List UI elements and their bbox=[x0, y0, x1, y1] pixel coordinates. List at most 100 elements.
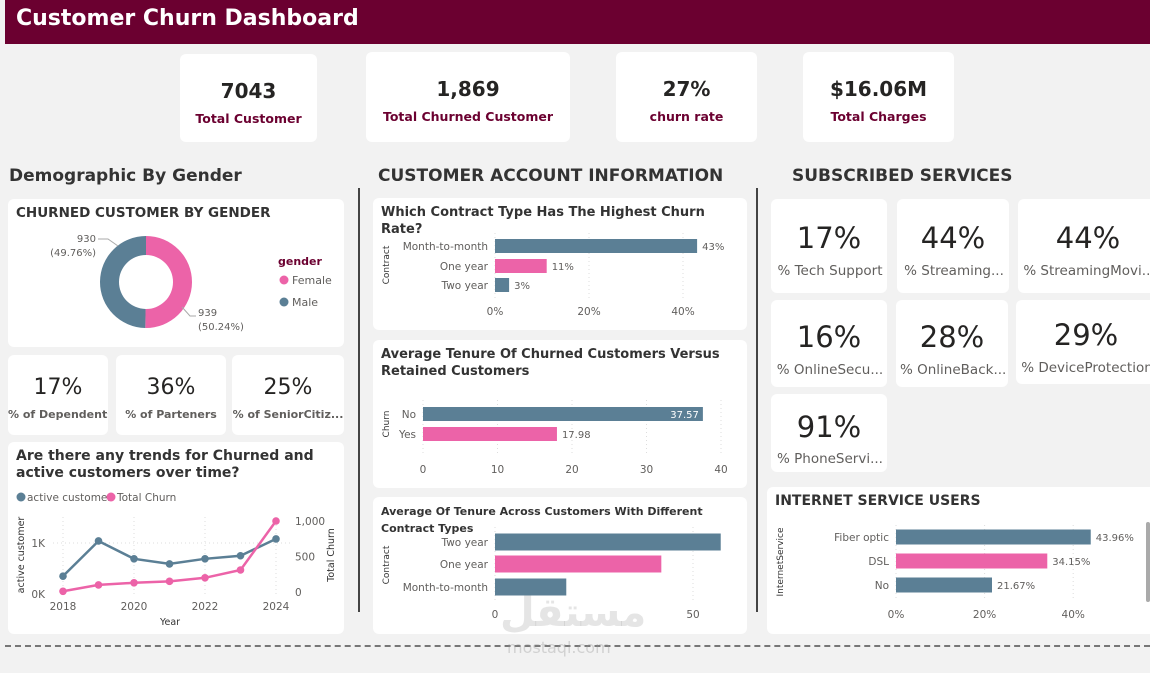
kpi-value: 7043 bbox=[220, 79, 277, 103]
data-point bbox=[59, 572, 67, 580]
service-label: % Streaming... bbox=[904, 263, 1004, 279]
bar bbox=[495, 259, 547, 273]
header-bar: Customer Churn Dashboard bbox=[5, 0, 1150, 44]
data-point bbox=[236, 566, 245, 574]
category-label: Month-to-month bbox=[403, 241, 488, 253]
legend-label: Female bbox=[292, 274, 332, 287]
data-point bbox=[165, 560, 174, 568]
leader-line bbox=[98, 238, 119, 247]
x-tick-label: 0 bbox=[420, 464, 427, 476]
legend-label: Total Churn bbox=[116, 492, 176, 504]
x-axis-title: Year bbox=[159, 617, 180, 628]
kpi-label: Total Charges bbox=[830, 109, 927, 124]
y-axis-title: Churn bbox=[382, 411, 392, 438]
service-value: 44% bbox=[1055, 221, 1121, 255]
data-point bbox=[236, 551, 245, 560]
data-label: (50.24%) bbox=[198, 322, 244, 333]
y2-tick-label: 1,000 bbox=[295, 516, 325, 528]
internet-service-chart: 0% 20% 40% InternetService Fiber optic 43.96%… bbox=[776, 525, 1134, 621]
watermark-logo: مستقل bbox=[500, 590, 647, 636]
data-point bbox=[165, 577, 174, 586]
y-axis-title: InternetService bbox=[776, 527, 786, 596]
bar bbox=[423, 407, 703, 421]
data-point bbox=[272, 535, 280, 543]
data-point bbox=[201, 555, 209, 563]
x-tick-label: 40 bbox=[714, 464, 727, 476]
data-label: 3% bbox=[514, 281, 530, 292]
legend-title: gender bbox=[278, 255, 323, 268]
category-label: Yes bbox=[398, 429, 416, 441]
legend-marker bbox=[279, 275, 289, 285]
bar bbox=[495, 278, 510, 292]
trend-line-card: Are there any trends for Churned and act… bbox=[8, 442, 344, 634]
data-label: 17.98 bbox=[562, 430, 591, 441]
service-phone-service: 91% % PhoneServi... bbox=[771, 394, 887, 472]
data-point bbox=[59, 587, 67, 596]
kpi-dependents: 17% % of Dependents bbox=[8, 355, 108, 435]
data-point bbox=[272, 517, 280, 525]
category-label: No bbox=[875, 580, 889, 592]
contract-churn-card: Which Contract Type Has The Highest Chur… bbox=[373, 198, 747, 330]
data-label: 43.96% bbox=[1096, 533, 1134, 544]
x-tick-label: 30 bbox=[640, 464, 653, 476]
divider bbox=[756, 188, 758, 612]
service-label: % Tech Support bbox=[777, 263, 883, 279]
bar bbox=[896, 553, 1048, 569]
service-label: % OnlineSecu... bbox=[776, 362, 884, 378]
x-tick-label: 40% bbox=[1062, 609, 1085, 621]
x-tick-label: 2024 bbox=[263, 601, 290, 613]
donut-slice-female bbox=[145, 236, 192, 328]
kpi-value: 36% bbox=[146, 375, 196, 400]
kpi-value: 1,869 bbox=[436, 77, 500, 101]
legend-label: active customer bbox=[27, 492, 112, 504]
x-tick-label: 40% bbox=[671, 306, 694, 318]
legend-marker bbox=[279, 297, 289, 307]
data-label: 930 bbox=[77, 234, 96, 245]
x-tick-label: 10 bbox=[491, 464, 504, 476]
section-title-demographic: Demographic By Gender bbox=[9, 166, 242, 186]
legend-marker bbox=[16, 492, 26, 502]
x-tick-label: 0% bbox=[888, 609, 905, 621]
leader-line bbox=[181, 306, 196, 317]
y-axis-title: active customer bbox=[16, 517, 27, 594]
y2-axis-title: Total Churn bbox=[326, 528, 337, 583]
service-label: % StreamingMovi... bbox=[1023, 263, 1150, 279]
x-tick-label: 20% bbox=[577, 306, 600, 318]
kpi-label: Total Customer bbox=[195, 111, 302, 126]
bar bbox=[896, 529, 1091, 545]
data-label: 43% bbox=[702, 242, 724, 253]
service-value: 17% bbox=[796, 221, 862, 255]
x-tick-label: 0% bbox=[487, 306, 504, 318]
gender-donut-card: CHURNED CUSTOMER BY GENDER 939 (50.24%) 93… bbox=[8, 199, 344, 347]
service-online-backup: 28% % OnlineBack... bbox=[896, 300, 1008, 387]
kpi-label: % of SeniorCitiz... bbox=[232, 408, 344, 421]
data-point bbox=[130, 578, 138, 587]
kpi-churn-rate: 27% churn rate bbox=[616, 52, 757, 142]
kpi-total-charges: $16.06M Total Charges bbox=[803, 52, 954, 142]
service-streaming-movies: 44% % StreamingMovi... bbox=[1018, 199, 1150, 293]
x-tick-label: 2018 bbox=[50, 601, 77, 613]
category-label: No bbox=[402, 409, 416, 421]
x-tick-label: 20% bbox=[973, 609, 996, 621]
bar bbox=[495, 555, 662, 573]
legend-label: Male bbox=[292, 296, 318, 309]
service-value: 29% bbox=[1053, 318, 1119, 352]
kpi-partners: 36% % of Parteners bbox=[116, 355, 226, 435]
service-label: % DeviceProtection bbox=[1021, 360, 1150, 376]
data-point bbox=[201, 574, 209, 582]
data-point bbox=[94, 537, 103, 545]
scrollbar[interactable] bbox=[1146, 522, 1150, 602]
category-label: Two year bbox=[441, 537, 489, 549]
category-label: DSL bbox=[868, 556, 889, 568]
data-label: (49.76%) bbox=[50, 248, 96, 259]
bar bbox=[896, 577, 992, 593]
x-tick-label: 20 bbox=[565, 464, 578, 476]
y2-tick-label: 500 bbox=[295, 552, 315, 564]
category-label: Fiber optic bbox=[834, 532, 889, 544]
kpi-value: 27% bbox=[662, 77, 711, 101]
category-label: Month-to-month bbox=[403, 582, 488, 594]
x-tick-label: 2020 bbox=[121, 601, 148, 613]
bar bbox=[495, 239, 698, 253]
bar bbox=[423, 427, 557, 441]
x-tick-label: 2022 bbox=[192, 601, 219, 613]
